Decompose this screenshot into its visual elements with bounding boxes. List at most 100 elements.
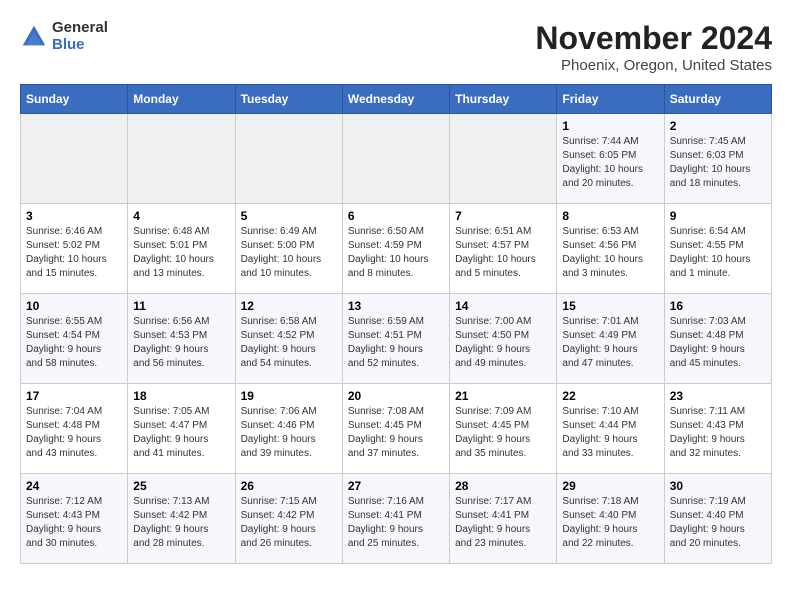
day-content: Sunrise: 6:50 AM Sunset: 4:59 PM Dayligh… (348, 225, 444, 281)
header-wednesday: Wednesday (342, 85, 449, 114)
day-number: 3 (26, 209, 122, 223)
calendar-cell: 21Sunrise: 7:09 AM Sunset: 4:45 PM Dayli… (450, 384, 557, 474)
day-content: Sunrise: 7:17 AM Sunset: 4:41 PM Dayligh… (455, 495, 551, 551)
day-number: 20 (348, 389, 444, 403)
day-number: 14 (455, 299, 551, 313)
calendar-header: SundayMondayTuesdayWednesdayThursdayFrid… (21, 85, 772, 114)
day-number: 23 (670, 389, 766, 403)
calendar-cell: 8 Sunrise: 6:53 AM Sunset: 4:56 PM Daylig… (557, 204, 664, 294)
day-content: Sunrise: 7:03 AM Sunset: 4:48 PM Dayligh… (670, 315, 766, 371)
page-title: November 2024 (535, 20, 772, 57)
week-row-3: 17 Sunrise: 7:04 AM Sunset: 4:48 PM Dayli… (21, 384, 772, 474)
page-subtitle: Phoenix, Oregon, United States (535, 57, 772, 74)
day-number: 28 (455, 479, 551, 493)
day-content: Sunrise: 7:19 AM Sunset: 4:40 PM Dayligh… (670, 495, 766, 551)
day-number: 15 (562, 299, 658, 313)
day-content: Sunrise: 6:54 AM Sunset: 4:55 PM Dayligh… (670, 225, 766, 281)
day-content: Sunrise: 6:51 AM Sunset: 4:57 PM Dayligh… (455, 225, 551, 281)
logo: General Blue (20, 20, 108, 53)
calendar-cell: 13 Sunrise: 6:59 AM Sunset: 4:51 PM Dayli… (342, 294, 449, 384)
page-header: General Blue November 2024 Phoenix, Oreg… (20, 20, 772, 74)
day-number: 17 (26, 389, 122, 403)
calendar-table: SundayMondayTuesdayWednesdayThursdayFrid… (20, 84, 772, 564)
calendar-cell (128, 114, 235, 204)
day-content: Sunrise: 7:06 AM Sunset: 4:46 PM Dayligh… (241, 405, 337, 461)
day-number: 13 (348, 299, 444, 313)
logo-text: General Blue (52, 20, 108, 53)
day-number: 8 (562, 209, 658, 223)
day-content: Sunrise: 6:49 AM Sunset: 5:00 PM Dayligh… (241, 225, 337, 281)
day-number: 16 (670, 299, 766, 313)
day-content: Sunrise: 7:09 AM Sunset: 4:45 PM Dayligh… (455, 405, 551, 461)
calendar-cell: 24Sunrise: 7:12 AM Sunset: 4:43 PM Dayli… (21, 474, 128, 564)
calendar-cell: 16 Sunrise: 7:03 AM Sunset: 4:48 PM Dayli… (664, 294, 771, 384)
calendar-cell: 9Sunrise: 6:54 AM Sunset: 4:55 PM Daylig… (664, 204, 771, 294)
calendar-cell: 17 Sunrise: 7:04 AM Sunset: 4:48 PM Dayli… (21, 384, 128, 474)
day-number: 27 (348, 479, 444, 493)
day-number: 7 (455, 209, 551, 223)
day-content: Sunrise: 7:04 AM Sunset: 4:48 PM Dayligh… (26, 405, 122, 461)
calendar-cell: 22 Sunrise: 7:10 AM Sunset: 4:44 PM Dayli… (557, 384, 664, 474)
day-number: 10 (26, 299, 122, 313)
calendar-cell: 6 Sunrise: 6:50 AM Sunset: 4:59 PM Daylig… (342, 204, 449, 294)
day-content: Sunrise: 7:10 AM Sunset: 4:44 PM Dayligh… (562, 405, 658, 461)
day-number: 4 (133, 209, 229, 223)
day-number: 29 (562, 479, 658, 493)
calendar-cell: 25 Sunrise: 7:13 AM Sunset: 4:42 PM Dayli… (128, 474, 235, 564)
day-content: Sunrise: 7:00 AM Sunset: 4:50 PM Dayligh… (455, 315, 551, 371)
calendar-cell: 27 Sunrise: 7:16 AM Sunset: 4:41 PM Dayli… (342, 474, 449, 564)
day-content: Sunrise: 7:44 AM Sunset: 6:05 PM Dayligh… (562, 135, 658, 191)
day-content: Sunrise: 7:11 AM Sunset: 4:43 PM Dayligh… (670, 405, 766, 461)
day-number: 18 (133, 389, 229, 403)
calendar-cell: 30 Sunrise: 7:19 AM Sunset: 4:40 PM Dayli… (664, 474, 771, 564)
calendar-cell: 18 Sunrise: 7:05 AM Sunset: 4:47 PM Dayli… (128, 384, 235, 474)
week-row-2: 10Sunrise: 6:55 AM Sunset: 4:54 PM Dayli… (21, 294, 772, 384)
header-row: SundayMondayTuesdayWednesdayThursdayFrid… (21, 85, 772, 114)
day-number: 2 (670, 119, 766, 133)
week-row-0: 1 Sunrise: 7:44 AM Sunset: 6:05 PM Daylig… (21, 114, 772, 204)
day-content: Sunrise: 7:05 AM Sunset: 4:47 PM Dayligh… (133, 405, 229, 461)
day-number: 12 (241, 299, 337, 313)
day-content: Sunrise: 6:53 AM Sunset: 4:56 PM Dayligh… (562, 225, 658, 281)
day-content: Sunrise: 7:18 AM Sunset: 4:40 PM Dayligh… (562, 495, 658, 551)
day-number: 25 (133, 479, 229, 493)
calendar-cell: 26Sunrise: 7:15 AM Sunset: 4:42 PM Dayli… (235, 474, 342, 564)
day-number: 22 (562, 389, 658, 403)
calendar-cell: 5Sunrise: 6:49 AM Sunset: 5:00 PM Daylig… (235, 204, 342, 294)
day-number: 30 (670, 479, 766, 493)
header-thursday: Thursday (450, 85, 557, 114)
day-number: 6 (348, 209, 444, 223)
calendar-cell: 7 Sunrise: 6:51 AM Sunset: 4:57 PM Daylig… (450, 204, 557, 294)
calendar-cell: 11Sunrise: 6:56 AM Sunset: 4:53 PM Dayli… (128, 294, 235, 384)
day-number: 1 (562, 119, 658, 133)
calendar-cell: 23 Sunrise: 7:11 AM Sunset: 4:43 PM Dayli… (664, 384, 771, 474)
day-content: Sunrise: 7:13 AM Sunset: 4:42 PM Dayligh… (133, 495, 229, 551)
day-number: 19 (241, 389, 337, 403)
calendar-cell: 12 Sunrise: 6:58 AM Sunset: 4:52 PM Dayli… (235, 294, 342, 384)
header-saturday: Saturday (664, 85, 771, 114)
logo-blue-text: Blue (52, 37, 108, 54)
header-sunday: Sunday (21, 85, 128, 114)
calendar-cell: 20 Sunrise: 7:08 AM Sunset: 4:45 PM Dayli… (342, 384, 449, 474)
title-area: November 2024 Phoenix, Oregon, United St… (535, 20, 772, 74)
header-friday: Friday (557, 85, 664, 114)
calendar-cell: 2 Sunrise: 7:45 AM Sunset: 6:03 PM Daylig… (664, 114, 771, 204)
calendar-cell: 15Sunrise: 7:01 AM Sunset: 4:49 PM Dayli… (557, 294, 664, 384)
day-content: Sunrise: 6:46 AM Sunset: 5:02 PM Dayligh… (26, 225, 122, 281)
week-row-1: 3 Sunrise: 6:46 AM Sunset: 5:02 PM Daylig… (21, 204, 772, 294)
calendar-cell: 28 Sunrise: 7:17 AM Sunset: 4:41 PM Dayli… (450, 474, 557, 564)
calendar-body: 1 Sunrise: 7:44 AM Sunset: 6:05 PM Daylig… (21, 114, 772, 564)
day-content: Sunrise: 6:58 AM Sunset: 4:52 PM Dayligh… (241, 315, 337, 371)
day-content: Sunrise: 7:45 AM Sunset: 6:03 PM Dayligh… (670, 135, 766, 191)
calendar-cell (235, 114, 342, 204)
calendar-cell: 1 Sunrise: 7:44 AM Sunset: 6:05 PM Daylig… (557, 114, 664, 204)
header-tuesday: Tuesday (235, 85, 342, 114)
day-content: Sunrise: 7:16 AM Sunset: 4:41 PM Dayligh… (348, 495, 444, 551)
day-number: 26 (241, 479, 337, 493)
calendar-cell: 14 Sunrise: 7:00 AM Sunset: 4:50 PM Dayli… (450, 294, 557, 384)
day-content: Sunrise: 6:59 AM Sunset: 4:51 PM Dayligh… (348, 315, 444, 371)
calendar-cell: 19 Sunrise: 7:06 AM Sunset: 4:46 PM Dayli… (235, 384, 342, 474)
header-monday: Monday (128, 85, 235, 114)
day-content: Sunrise: 6:56 AM Sunset: 4:53 PM Dayligh… (133, 315, 229, 371)
day-content: Sunrise: 7:08 AM Sunset: 4:45 PM Dayligh… (348, 405, 444, 461)
